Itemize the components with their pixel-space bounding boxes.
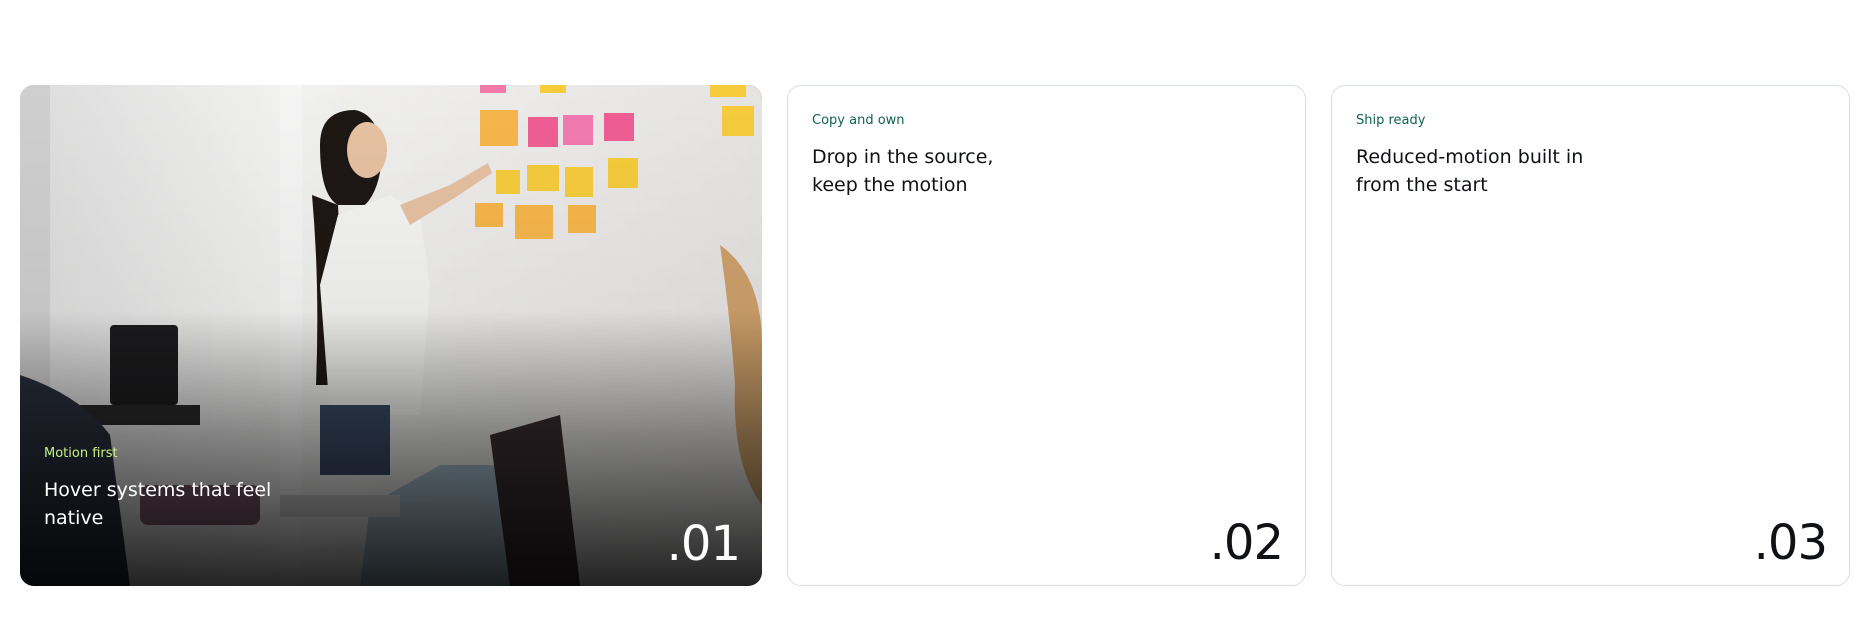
- card-eyebrow: Motion first: [44, 446, 118, 461]
- feature-card-ship-ready[interactable]: Ship ready Reduced-motion built in from …: [1331, 85, 1850, 586]
- card-title: Reduced-motion built in from the start: [1356, 146, 1584, 196]
- card-index-number: .02: [1209, 515, 1284, 571]
- feature-card-copy-and-own[interactable]: Copy and own Drop in the source, keep th…: [787, 85, 1306, 586]
- feature-card-motion-first[interactable]: Motion first Hover systems that feel nat…: [20, 85, 762, 586]
- card-eyebrow: Copy and own: [812, 113, 905, 128]
- card-title: Hover systems that feel native: [44, 479, 272, 529]
- card-index-number: .03: [1753, 515, 1828, 571]
- card-index-number: .01: [666, 516, 741, 572]
- feature-cards-row: Motion first Hover systems that feel nat…: [20, 85, 1850, 586]
- card-eyebrow: Ship ready: [1356, 113, 1426, 128]
- card-title: Drop in the source, keep the motion: [812, 146, 994, 196]
